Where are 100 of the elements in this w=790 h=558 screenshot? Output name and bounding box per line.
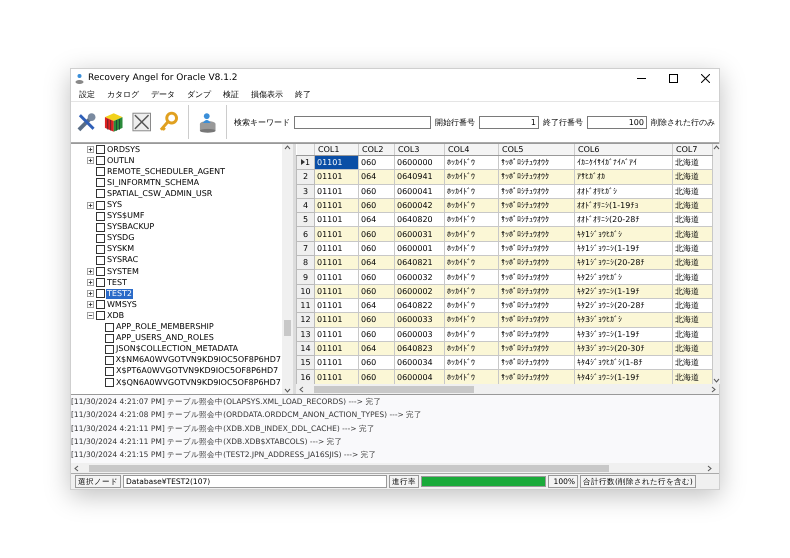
tools-icon[interactable] (75, 110, 98, 134)
scroll-thumb[interactable] (284, 320, 291, 336)
tree-item[interactable]: APP_ROLE_MEMBERSHIP (115, 322, 215, 332)
menu-item[interactable]: 設定 (75, 88, 99, 100)
checkbox[interactable] (105, 322, 114, 332)
tree-item[interactable]: SYSBACKUP (106, 222, 156, 232)
column-header[interactable]: COL6 (574, 144, 672, 156)
checkbox[interactable] (96, 289, 105, 298)
end-row-field[interactable]: 100 (586, 116, 647, 128)
start-row-field[interactable]: 1 (478, 116, 539, 128)
row-header[interactable]: 12 (296, 312, 314, 328)
checkbox[interactable] (96, 189, 105, 198)
row-header[interactable]: 6 (296, 226, 314, 242)
checkbox[interactable] (96, 311, 105, 320)
column-header[interactable]: COL7 (672, 144, 712, 156)
checkbox[interactable] (105, 366, 114, 376)
checkbox[interactable] (96, 222, 105, 232)
maximize-icon[interactable] (668, 74, 678, 82)
column-header[interactable]: COL5 (498, 144, 574, 156)
tree-item[interactable]: JSON$COLLECTION_METADATA (115, 344, 240, 354)
row-header[interactable]: 4 (296, 198, 314, 213)
tree-item[interactable]: SYSTEM (106, 266, 140, 277)
menu-item[interactable]: カタログ (103, 88, 143, 100)
checkbox[interactable] (96, 234, 105, 243)
scroll-right-icon[interactable] (707, 464, 713, 472)
expand-icon[interactable] (87, 290, 94, 298)
menu-item[interactable]: 検証 (219, 88, 243, 100)
scroll-up-icon[interactable] (284, 144, 291, 151)
scroll-left-icon[interactable] (298, 386, 304, 392)
checkbox[interactable] (96, 178, 105, 188)
column-header[interactable]: COL1 (314, 144, 358, 156)
row-header[interactable]: 16 (296, 370, 314, 384)
column-header[interactable]: COL3 (394, 144, 444, 156)
tree-item[interactable]: SYSDG (106, 233, 136, 244)
scroll-thumb[interactable] (314, 386, 474, 392)
scrollbar[interactable] (282, 144, 293, 394)
checkbox[interactable] (96, 212, 105, 221)
row-header[interactable]: 15 (296, 356, 314, 370)
row-header[interactable]: 3 (296, 184, 314, 198)
expand-icon[interactable] (87, 202, 94, 209)
collapse-icon[interactable] (87, 312, 94, 320)
tree-item[interactable]: APP_USERS_AND_ROLES (115, 333, 215, 344)
expand-icon[interactable] (87, 279, 94, 286)
close-icon[interactable] (700, 74, 710, 82)
row-header[interactable]: 2 (296, 170, 314, 184)
menu-item[interactable]: 終了 (291, 88, 315, 100)
keyword-field[interactable] (294, 116, 431, 128)
tree-item[interactable]: SYS (106, 200, 124, 210)
checkbox[interactable] (96, 278, 105, 288)
checkbox[interactable] (96, 200, 105, 210)
scroll-up-icon[interactable] (713, 144, 720, 151)
checkbox[interactable] (96, 156, 105, 166)
tree-item[interactable]: SYS$UMF (106, 211, 146, 222)
row-header[interactable]: 14 (296, 341, 314, 356)
checkbox[interactable] (96, 167, 105, 176)
checkbox[interactable] (105, 378, 114, 388)
scroll-down-icon[interactable] (284, 387, 291, 394)
scroll-thumb[interactable] (89, 464, 609, 472)
menu-item[interactable]: データ (147, 88, 179, 100)
expand-icon[interactable] (87, 301, 94, 308)
tree-item[interactable]: REMOTE_SCHEDULER_AGENT (106, 166, 226, 177)
scrollbar[interactable] (296, 384, 719, 394)
row-header[interactable]: 11 (296, 298, 314, 313)
checkbox[interactable] (96, 145, 105, 154)
column-header[interactable]: COL2 (358, 144, 394, 156)
checkbox[interactable] (96, 244, 105, 254)
tree-item[interactable]: XDB (106, 310, 126, 321)
tree-item[interactable]: WMSYS (106, 300, 138, 310)
scrollbar[interactable] (71, 463, 715, 473)
menu-item[interactable]: ダンプ (183, 88, 215, 100)
row-header[interactable]: 9 (296, 270, 314, 284)
column-header[interactable]: COL4 (444, 144, 498, 156)
checkbox[interactable] (105, 334, 114, 343)
checkbox[interactable] (104, 356, 114, 365)
expand-icon[interactable] (87, 146, 94, 154)
row-header[interactable]: 1 (296, 156, 314, 170)
tree-item[interactable]: ORDSYS (106, 144, 142, 155)
tree-item[interactable]: SI_INFORMTN_SCHEMA (106, 178, 200, 188)
row-header[interactable]: 13 (296, 327, 314, 342)
checkbox[interactable] (105, 344, 114, 354)
tree-item[interactable]: SPATIAL_CSW_ADMIN_USR (106, 188, 214, 199)
tree-item[interactable]: X$PT6A0WVGOTVN9KD9IOC5OF8P6HD7 (115, 366, 280, 376)
tree-item[interactable]: OUTLN (106, 156, 136, 166)
checkbox[interactable] (96, 267, 105, 276)
expand-icon[interactable] (87, 157, 94, 164)
scrollbar[interactable] (713, 144, 720, 384)
menu-item[interactable]: 損傷表示 (247, 88, 287, 100)
cross-arrows-icon[interactable] (130, 110, 154, 134)
row-header[interactable]: 10 (296, 284, 314, 298)
tree-item[interactable]: SYSRAC (106, 255, 140, 266)
checkbox[interactable] (96, 256, 105, 265)
row-header[interactable]: 7 (296, 241, 314, 256)
tree-item[interactable]: TEST2 (106, 288, 133, 299)
scroll-right-icon[interactable] (711, 386, 717, 392)
expand-icon[interactable] (87, 268, 94, 276)
row-header[interactable]: 5 (296, 212, 314, 227)
tree-item[interactable]: TEST (106, 278, 128, 288)
tree-item[interactable]: SYSKM (106, 244, 136, 254)
row-header[interactable]: 8 (296, 256, 314, 270)
scroll-left-icon[interactable] (73, 464, 79, 472)
